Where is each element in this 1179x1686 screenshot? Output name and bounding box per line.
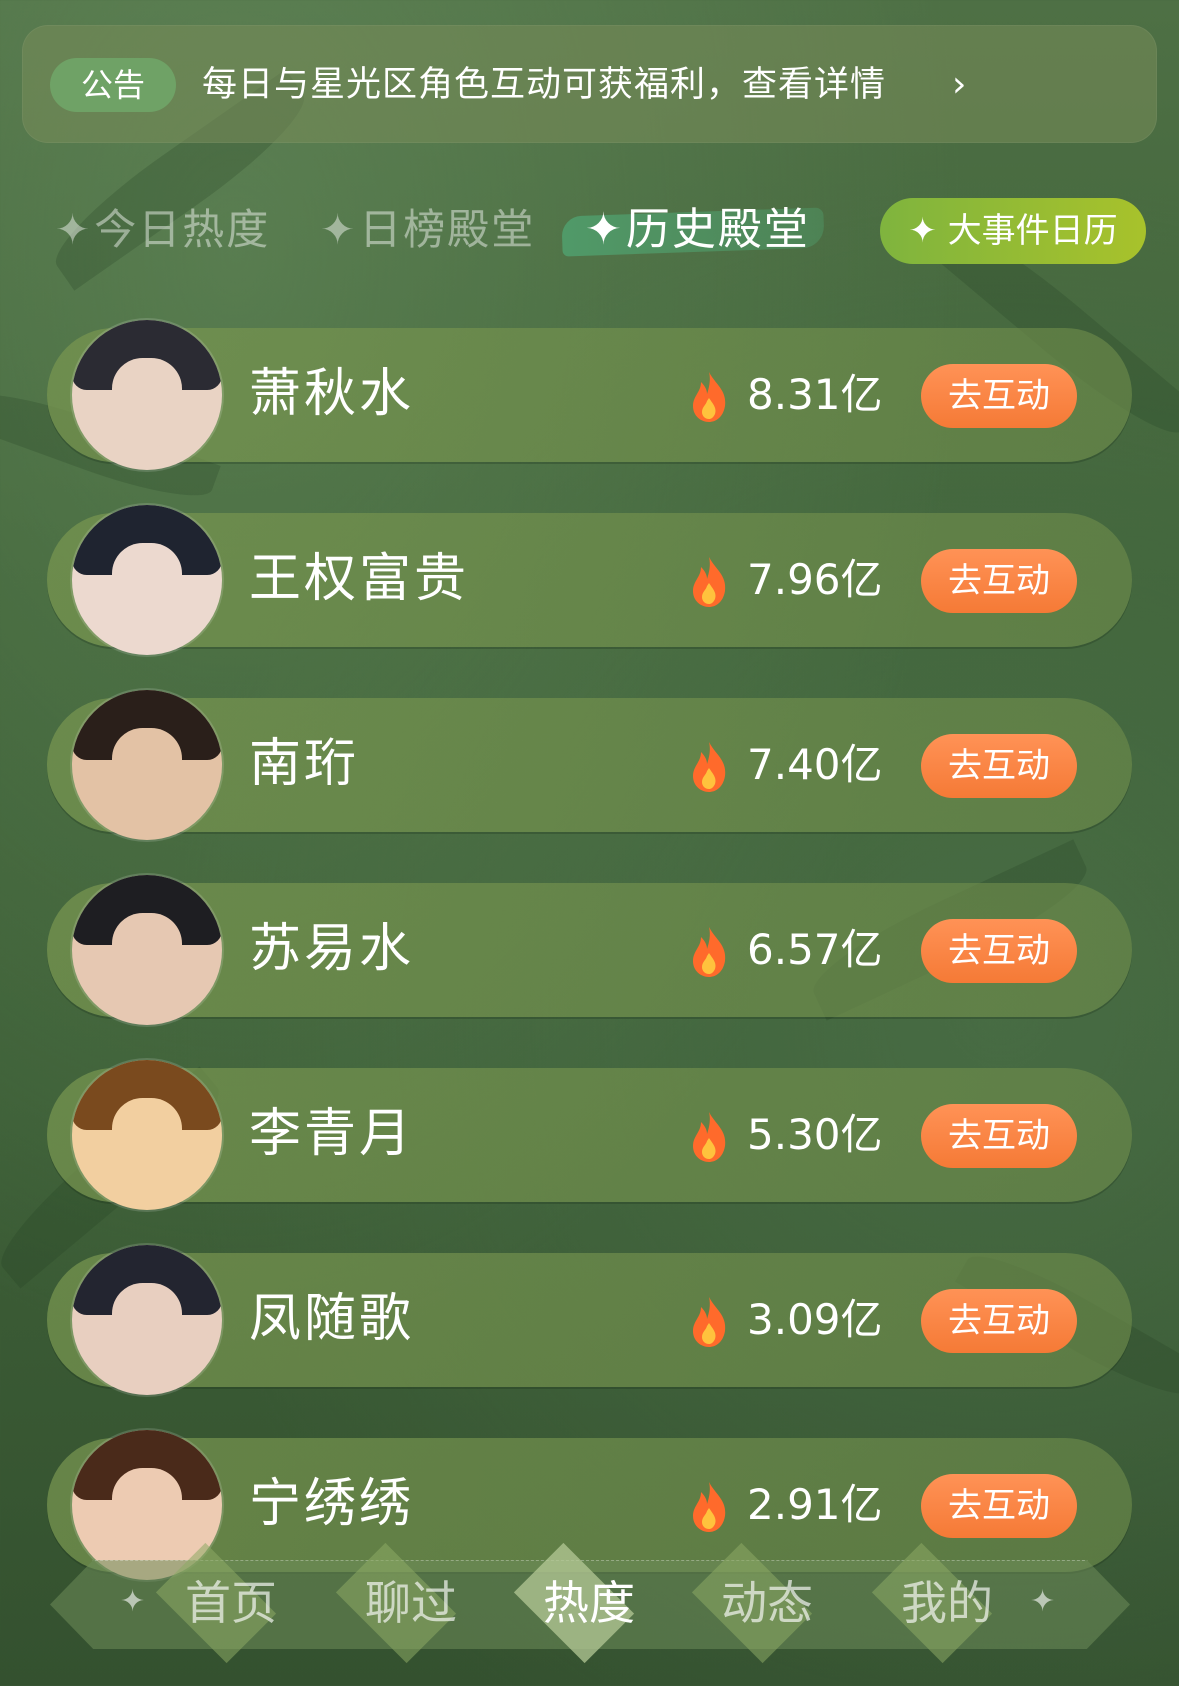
fire-icon <box>693 742 726 792</box>
character-name: 凤随歌 <box>249 1289 415 1349</box>
avatar[interactable] <box>72 1060 222 1210</box>
interact-button[interactable]: 去互动 <box>921 1104 1077 1168</box>
interact-button[interactable]: 去互动 <box>921 734 1077 798</box>
sparkle-icon: ✦ <box>320 205 358 254</box>
avatar-face <box>112 358 182 448</box>
avatar-face <box>112 728 182 818</box>
interact-button[interactable]: 去互动 <box>921 1474 1077 1538</box>
sparkle-icon: ✦ <box>1030 1584 1056 1619</box>
interact-button[interactable]: 去互动 <box>921 1289 1077 1353</box>
nav-chats[interactable]: 聊过 <box>330 1542 492 1664</box>
announcement-text[interactable]: 每日与星光区角色互动可获福利，查看详情 <box>202 56 886 114</box>
sparkle-icon: ✦ <box>55 205 93 254</box>
heat-value: 8.31亿 <box>747 370 883 419</box>
chevron-right-icon[interactable]: › <box>952 56 966 114</box>
heat-value: 3.09亿 <box>747 1295 883 1344</box>
avatar-face <box>112 1098 182 1188</box>
fire-icon <box>693 927 726 977</box>
avatar[interactable] <box>72 690 222 840</box>
ranking-row[interactable]: 南珩 7.40亿 去互动 <box>47 690 1132 840</box>
ranking-row[interactable]: 王权富贵 7.96亿 去互动 <box>47 505 1132 655</box>
nav-profile[interactable]: 我的 <box>866 1542 1028 1664</box>
interact-button[interactable]: 去互动 <box>921 919 1077 983</box>
fire-icon <box>693 1297 726 1347</box>
interact-button[interactable]: 去互动 <box>921 364 1077 428</box>
avatar-face <box>112 1468 182 1558</box>
tab-today-heat[interactable]: ✦今日热度 <box>55 200 270 260</box>
character-name: 王权富贵 <box>249 549 470 609</box>
fire-icon <box>693 1482 726 1532</box>
ranking-row[interactable]: 萧秋水 8.31亿 去互动 <box>47 320 1132 470</box>
character-name: 李青月 <box>249 1104 415 1164</box>
character-name: 苏易水 <box>249 919 415 979</box>
nav-heat[interactable]: 热度 <box>508 1542 670 1664</box>
avatar[interactable] <box>72 505 222 655</box>
tab-daily-hall[interactable]: ✦日榜殿堂 <box>320 200 535 260</box>
fire-icon <box>693 1112 726 1162</box>
tab-history-hall[interactable]: ✦历史殿堂 <box>585 200 810 260</box>
avatar-face <box>112 913 182 1003</box>
fire-icon <box>693 372 726 422</box>
heat-value: 7.96亿 <box>747 555 883 604</box>
avatar-face <box>112 1283 182 1373</box>
avatar[interactable] <box>72 1245 222 1395</box>
interact-button[interactable]: 去互动 <box>921 549 1077 613</box>
heat-value: 2.91亿 <box>747 1480 883 1529</box>
sparkle-icon: ✦ <box>120 1584 146 1619</box>
event-calendar-button[interactable]: ✦ 大事件日历 <box>880 198 1146 264</box>
character-name: 宁绣绣 <box>249 1474 415 1534</box>
avatar-face <box>112 543 182 633</box>
ranking-row[interactable]: 李青月 5.30亿 去互动 <box>47 1060 1132 1210</box>
nav-feed[interactable]: 动态 <box>686 1542 848 1664</box>
announcement-banner[interactable]: 公告 每日与星光区角色互动可获福利，查看详情 › <box>22 25 1157 143</box>
nav-home[interactable]: 首页 <box>150 1542 312 1664</box>
avatar[interactable] <box>72 320 222 470</box>
character-name: 南珩 <box>249 734 360 794</box>
heat-value: 5.30亿 <box>747 1110 883 1159</box>
ranking-row[interactable]: 苏易水 6.57亿 去互动 <box>47 875 1132 1025</box>
heat-value: 6.57亿 <box>747 925 883 974</box>
announcement-badge: 公告 <box>50 58 176 112</box>
avatar[interactable] <box>72 875 222 1025</box>
sparkle-icon: ✦ <box>585 204 624 255</box>
character-name: 萧秋水 <box>249 364 415 424</box>
fire-icon <box>693 557 726 607</box>
ranking-row[interactable]: 凤随歌 3.09亿 去互动 <box>47 1245 1132 1395</box>
heat-value: 7.40亿 <box>747 740 883 789</box>
